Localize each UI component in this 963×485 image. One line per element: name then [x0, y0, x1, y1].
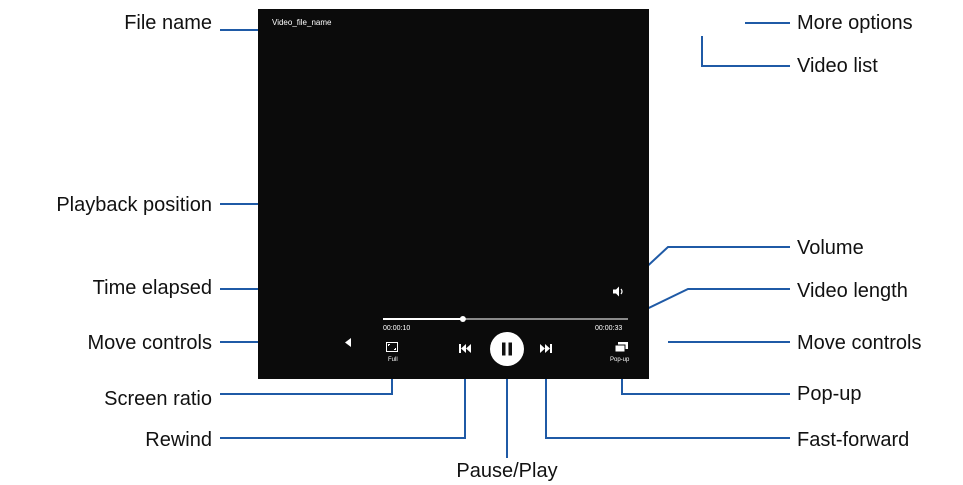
pause-play-button[interactable]	[490, 332, 524, 366]
label-video-list: Video list	[797, 55, 878, 77]
aspect-ratio-icon[interactable]	[386, 342, 398, 352]
popup-window-icon[interactable]	[615, 342, 628, 352]
triangle-right-icon[interactable]	[658, 338, 665, 347]
label-move-controls-right: Move controls	[797, 332, 922, 354]
callout-line-volume	[625, 246, 790, 287]
label-video-length: Video length	[797, 280, 908, 302]
label-popup: Pop-up	[797, 383, 862, 405]
list-button[interactable]: LIST	[695, 19, 710, 27]
video-length: 00:00:33	[595, 325, 623, 332]
file-name: Video_file_name	[272, 18, 332, 27]
triangle-left-icon[interactable]	[345, 338, 352, 347]
label-rewind: Rewind	[145, 429, 212, 451]
label-screen-ratio: Screen ratio	[104, 388, 212, 410]
callout-line-video-list	[701, 36, 790, 67]
speaker-icon[interactable]	[613, 286, 625, 297]
pause-icon	[502, 342, 512, 356]
progress-bar[interactable]	[383, 314, 628, 324]
label-time-elapsed: Time elapsed	[92, 277, 212, 299]
label-fast-forward: Fast-forward	[797, 429, 910, 451]
time-elapsed: 00:00:10	[383, 325, 411, 332]
label-more-options: More options	[797, 12, 913, 34]
more-button[interactable]: MORE	[717, 19, 738, 27]
label-file-name: File name	[124, 12, 212, 34]
label-pause-play: Pause/Play	[456, 460, 558, 482]
label-move-controls-left: Move controls	[87, 332, 213, 354]
skip-forward-icon[interactable]	[540, 344, 552, 353]
playback-position-thumb	[459, 316, 466, 322]
skip-back-icon[interactable]	[459, 344, 471, 353]
label-playback-position: Playback position	[56, 194, 212, 216]
label-volume: Volume	[797, 237, 864, 259]
screen-ratio-label: Full	[388, 357, 398, 363]
popup-label: Pop-up	[610, 357, 630, 363]
